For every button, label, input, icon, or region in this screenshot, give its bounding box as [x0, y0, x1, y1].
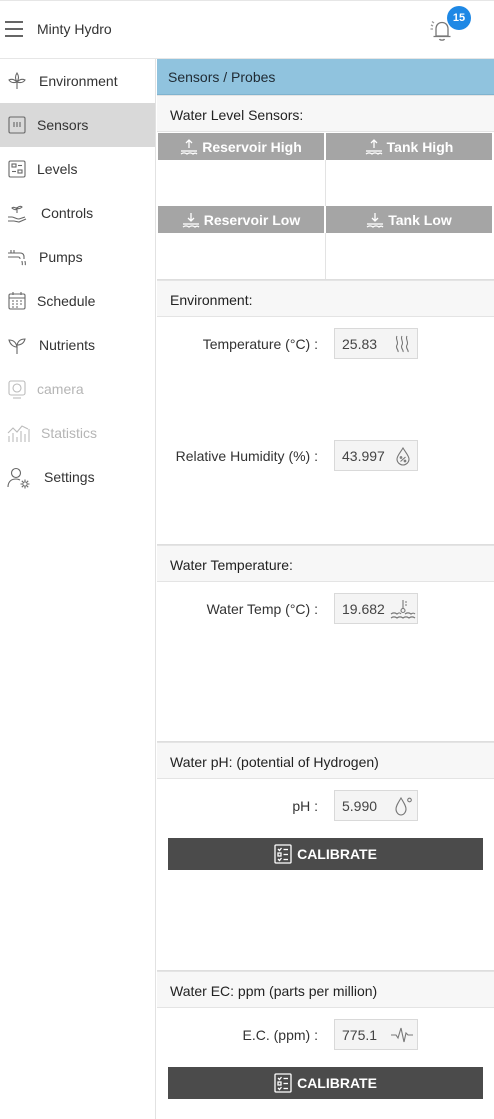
environment-panel: Temperature (°C) : 25.83 Relative Humidi… — [157, 317, 494, 545]
level-up-icon — [180, 138, 198, 155]
sidebar: Environment Sensors Levels Controls Pump… — [0, 59, 156, 1119]
tank-low-label: Tank Low — [388, 211, 452, 228]
ph-calibrate-button[interactable]: CALIBRATE — [168, 838, 483, 870]
sidebar-item-controls[interactable]: Controls — [0, 191, 155, 235]
water-temp-panel: Water Temp (°C) : 19.682 — [157, 582, 494, 742]
leaf-icon — [8, 72, 26, 89]
reservoir-high-header: Reservoir High — [158, 133, 324, 160]
sidebar-item-label: Schedule — [37, 293, 96, 309]
environment-section-title: Environment: — [157, 280, 494, 317]
section-title: Water Temperature: — [170, 557, 293, 573]
humidity-icon — [396, 446, 410, 466]
level-up-icon — [365, 138, 383, 155]
user-gear-icon — [7, 467, 30, 489]
sidebar-item-label: Settings — [44, 469, 95, 485]
divider — [325, 160, 326, 206]
chart-icon — [7, 425, 30, 442]
reservoir-low-header: Reservoir Low — [158, 206, 324, 233]
pulse-icon — [391, 1027, 413, 1043]
divider — [325, 233, 326, 279]
heat-icon — [395, 335, 409, 353]
checklist-icon — [274, 844, 292, 864]
ph-section-title: Water pH: (potential of Hydrogen) — [157, 742, 494, 779]
water-level-section-title: Water Level Sensors: — [157, 95, 494, 132]
temperature-value: 25.83 — [342, 336, 378, 352]
section-title: Water EC: ppm (parts per million) — [170, 983, 378, 999]
sidebar-item-settings[interactable]: Settings — [0, 455, 155, 499]
water-thermometer-icon — [390, 600, 416, 619]
ph-field: 5.990 — [334, 790, 418, 821]
sidebar-item-statistics[interactable]: Statistics — [0, 411, 155, 455]
sidebar-item-label: Controls — [41, 205, 94, 221]
ph-panel: pH : 5.990 — [157, 779, 494, 971]
sensor-icon — [8, 116, 26, 134]
levels-icon — [8, 160, 26, 178]
temperature-field: 25.83 — [334, 328, 418, 359]
sidebar-item-label: camera — [37, 381, 84, 397]
ec-label: E.C. (ppm) : — [242, 1027, 318, 1043]
ph-value: 5.990 — [342, 798, 378, 814]
sidebar-item-schedule[interactable]: Schedule — [0, 279, 155, 323]
drop-icon — [395, 796, 412, 816]
reservoir-low-label: Reservoir Low — [203, 211, 301, 228]
ec-calibrate-button[interactable]: CALIBRATE — [168, 1067, 483, 1099]
plant-hand-icon — [8, 205, 27, 223]
sidebar-item-label: Nutrients — [39, 337, 96, 353]
ec-value: 775.1 — [342, 1027, 378, 1043]
temperature-label: Temperature (°C) : — [202, 336, 318, 352]
sidebar-item-pumps[interactable]: Pumps — [0, 235, 155, 279]
notification-badge[interactable]: 15 — [447, 6, 471, 30]
tank-high-header: Tank High — [326, 133, 492, 160]
calibrate-label: CALIBRATE — [297, 846, 377, 862]
sidebar-item-label: Statistics — [41, 425, 98, 441]
water-temp-value: 19.682 — [342, 601, 385, 617]
sidebar-item-sensors[interactable]: Sensors — [0, 103, 155, 147]
calibrate-label: CALIBRATE — [297, 1075, 377, 1091]
sidebar-item-nutrients[interactable]: Nutrients — [0, 323, 155, 367]
tank-low-header: Tank Low — [326, 206, 492, 233]
page-title-bar: Sensors / Probes — [157, 59, 494, 95]
water-temp-field: 19.682 — [334, 593, 418, 624]
level-down-icon — [366, 212, 384, 228]
sidebar-item-label: Sensors — [37, 117, 89, 133]
sidebar-item-environment[interactable]: Environment — [0, 59, 155, 103]
water-temp-section-title: Water Temperature: — [157, 545, 494, 582]
humidity-field: 43.997 — [334, 440, 418, 471]
sidebar-item-label: Pumps — [39, 249, 83, 265]
sprout-icon — [8, 338, 26, 354]
water-level-panel: Reservoir High Tank High Reservoir Low T… — [157, 132, 494, 280]
calendar-icon — [8, 292, 26, 310]
section-title: Water Level Sensors: — [170, 107, 304, 123]
sidebar-item-label: Environment — [39, 73, 118, 89]
sidebar-item-camera[interactable]: camera — [0, 367, 155, 411]
ec-section-title: Water EC: ppm (parts per million) — [157, 971, 494, 1008]
ec-panel: E.C. (ppm) : 775.1 — [157, 1008, 494, 1119]
level-down-icon — [182, 212, 200, 228]
menu-icon[interactable] — [5, 21, 23, 37]
humidity-label: Relative Humidity (%) : — [175, 448, 318, 464]
ec-field: 775.1 — [334, 1019, 418, 1050]
humidity-value: 43.997 — [342, 448, 385, 464]
checklist-icon — [274, 1073, 292, 1093]
page-title: Sensors / Probes — [168, 69, 276, 85]
pump-icon — [8, 250, 26, 266]
section-title: Environment: — [170, 292, 253, 308]
water-temp-label: Water Temp (°C) : — [206, 601, 318, 617]
app-title: Minty Hydro — [37, 21, 112, 37]
sidebar-item-label: Levels — [37, 161, 78, 177]
section-title: Water pH: (potential of Hydrogen) — [170, 754, 379, 770]
top-bar: Minty Hydro 15 — [0, 0, 494, 59]
ph-label: pH : — [292, 798, 318, 814]
camera-icon — [8, 380, 26, 399]
sidebar-item-levels[interactable]: Levels — [0, 147, 155, 191]
tank-high-label: Tank High — [386, 138, 454, 155]
reservoir-high-label: Reservoir High — [202, 138, 302, 155]
